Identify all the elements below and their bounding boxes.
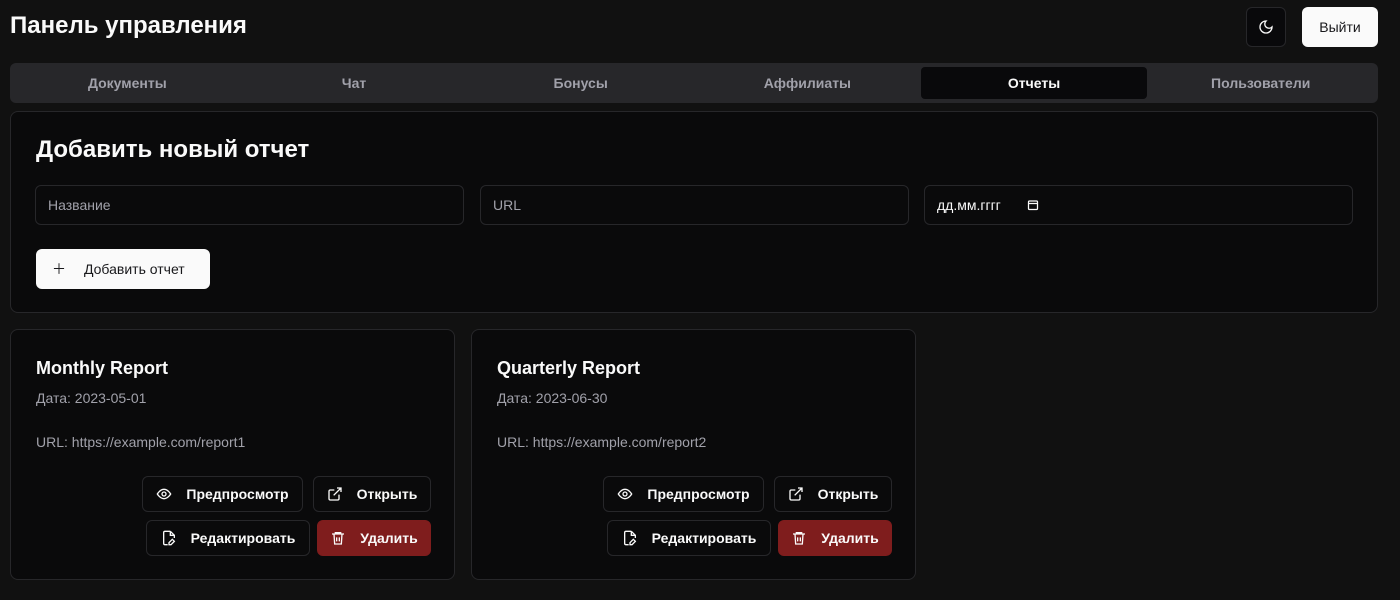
- report-url: URL: https://example.com/report2: [497, 434, 707, 450]
- add-report-label: Добавить отчет: [84, 261, 185, 277]
- name-input[interactable]: Название: [35, 185, 464, 225]
- trash-icon: [791, 530, 807, 546]
- delete-button[interactable]: Удалить: [317, 520, 431, 556]
- calendar-icon[interactable]: [1027, 199, 1039, 211]
- theme-toggle-button[interactable]: [1246, 7, 1286, 47]
- moon-icon: [1258, 19, 1274, 35]
- eye-icon: [156, 486, 172, 502]
- report-date: Дата: 2023-05-01: [36, 390, 147, 406]
- date-placeholder: дд.мм.гггг: [937, 197, 1001, 213]
- report-title: Quarterly Report: [497, 358, 641, 378]
- edit-label: Редактировать: [651, 530, 757, 546]
- file-edit-icon: [622, 530, 638, 546]
- external-link-icon: [788, 486, 804, 502]
- preview-label: Предпросмотр: [186, 486, 289, 502]
- preview-button[interactable]: Предпросмотр: [142, 476, 303, 512]
- edit-button[interactable]: Редактировать: [607, 520, 771, 556]
- edit-label: Редактировать: [190, 530, 296, 546]
- page-title: Панель управления: [10, 12, 247, 39]
- report-card: Quarterly Report Дата: 2023-06-30 URL: h…: [471, 329, 916, 580]
- preview-button[interactable]: Предпросмотр: [603, 476, 764, 512]
- add-report-button[interactable]: ＋ Добавить отчет: [36, 249, 210, 289]
- tab-reports[interactable]: Отчеты: [920, 67, 1148, 99]
- report-card: Monthly Report Дата: 2023-05-01 URL: htt…: [10, 329, 455, 580]
- report-url: URL: https://example.com/report1: [36, 434, 246, 450]
- open-button[interactable]: Открыть: [313, 476, 431, 512]
- date-input[interactable]: дд.мм.гггг: [924, 185, 1353, 225]
- edit-button[interactable]: Редактировать: [146, 520, 310, 556]
- open-label: Открыть: [817, 486, 879, 502]
- open-label: Открыть: [356, 486, 418, 502]
- tab-users[interactable]: Пользователи: [1147, 67, 1374, 99]
- report-title: Monthly Report: [36, 358, 168, 378]
- trash-icon: [330, 530, 346, 546]
- logout-button[interactable]: Выйти: [1302, 7, 1378, 47]
- open-button[interactable]: Открыть: [774, 476, 892, 512]
- tab-bar: Документы Чат Бонусы Аффилиаты Отчеты По…: [10, 63, 1378, 103]
- delete-label: Удалить: [360, 530, 418, 546]
- delete-button[interactable]: Удалить: [778, 520, 892, 556]
- tab-affiliates[interactable]: Аффилиаты: [694, 67, 921, 99]
- form-title: Добавить новый отчет: [36, 136, 310, 163]
- tab-documents[interactable]: Документы: [14, 67, 241, 99]
- tab-chat[interactable]: Чат: [241, 67, 468, 99]
- eye-icon: [617, 486, 633, 502]
- plus-icon: ＋: [52, 261, 66, 277]
- file-edit-icon: [161, 530, 177, 546]
- add-report-card: Добавить новый отчет Название URL дд.мм.…: [10, 111, 1378, 313]
- preview-label: Предпросмотр: [647, 486, 750, 502]
- url-input[interactable]: URL: [480, 185, 909, 225]
- report-date: Дата: 2023-06-30: [497, 390, 608, 406]
- external-link-icon: [327, 486, 343, 502]
- tab-bonuses[interactable]: Бонусы: [467, 67, 694, 99]
- delete-label: Удалить: [821, 530, 879, 546]
